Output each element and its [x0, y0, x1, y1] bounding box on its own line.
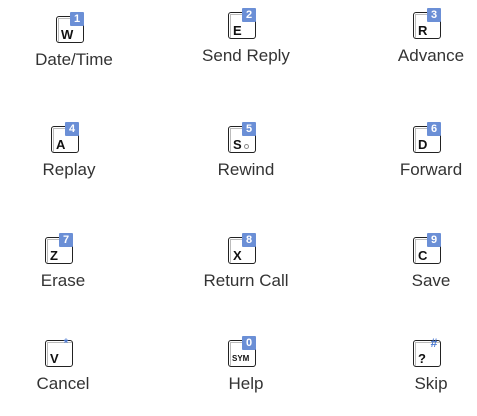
- key-letter: W: [61, 27, 74, 42]
- question-key-icon: ? #: [413, 336, 449, 368]
- shortcut-rewind: S 5 Rewind: [171, 122, 321, 202]
- shortcut-replay: A 4 Replay: [0, 122, 144, 202]
- shortcut-label: Send Reply: [202, 46, 290, 65]
- circle-icon: [244, 144, 249, 149]
- key-number-badge: 2: [242, 8, 256, 22]
- e-key-icon: E 2: [228, 8, 264, 40]
- key-letter: S: [233, 137, 242, 152]
- shortcut-label: Rewind: [217, 160, 275, 179]
- shortcut-label: Help: [228, 374, 264, 393]
- key-number-badge: 9: [427, 233, 441, 247]
- c-key-icon: C 9: [413, 233, 449, 265]
- key-letter: X: [233, 248, 242, 263]
- a-key-icon: A 4: [51, 122, 87, 154]
- key-letter: C: [418, 248, 428, 263]
- v-key-icon: V *: [45, 336, 81, 368]
- sym-key-icon: SYM 0: [228, 336, 264, 368]
- shortcut-label: Advance: [397, 46, 465, 65]
- shortcut-label: Date/Time: [35, 50, 113, 69]
- key-number-badge: 4: [65, 122, 79, 136]
- shortcut-erase: Z 7 Erase: [0, 233, 138, 313]
- key-letter: V: [50, 351, 59, 366]
- key-number-badge: 0: [242, 336, 256, 350]
- key-number-badge: 5: [242, 122, 256, 136]
- keyboard-shortcut-grid: W 1 Date/Time E 2 Send Reply R 3 Advance…: [0, 0, 477, 397]
- key-letter: E: [233, 23, 242, 38]
- shortcut-save: C 9 Save: [356, 233, 477, 313]
- shortcut-return-call: X 8 Return Call: [171, 233, 321, 313]
- shortcut-label: Save: [411, 271, 451, 290]
- key-letter: ?: [418, 351, 426, 366]
- shortcut-label: Return Call: [203, 271, 289, 290]
- key-letter: Z: [50, 248, 58, 263]
- shortcut-help: SYM 0 Help: [171, 336, 321, 416]
- x-key-icon: X 8: [228, 233, 264, 265]
- shortcut-label: Forward: [399, 160, 463, 179]
- w-key-icon: W 1: [56, 12, 92, 44]
- key-letter: R: [418, 23, 428, 38]
- s-key-icon: S 5: [228, 122, 264, 154]
- key-number-badge: 8: [242, 233, 256, 247]
- shortcut-label: Skip: [414, 374, 448, 393]
- key-number-badge: 7: [59, 233, 73, 247]
- shortcut-skip: ? # Skip: [356, 336, 477, 416]
- r-key-icon: R 3: [413, 8, 449, 40]
- key-letter: D: [418, 137, 428, 152]
- shortcut-date-time: W 1 Date/Time: [0, 12, 149, 92]
- shortcut-advance: R 3 Advance: [356, 8, 477, 88]
- key-number-badge: 1: [70, 12, 84, 26]
- key-number-badge: 3: [427, 8, 441, 22]
- shortcut-label: Replay: [42, 160, 96, 179]
- shortcut-cancel: V * Cancel: [0, 336, 138, 416]
- shortcut-label: Cancel: [36, 374, 90, 393]
- shortcut-forward: D 6 Forward: [356, 122, 477, 202]
- asterisk-badge: *: [63, 336, 69, 350]
- z-key-icon: Z 7: [45, 233, 81, 265]
- shortcut-send-reply: E 2 Send Reply: [171, 8, 321, 88]
- hash-badge: #: [430, 336, 438, 350]
- key-letter: SYM: [232, 354, 250, 363]
- key-letter: A: [56, 137, 66, 152]
- key-number-badge: 6: [427, 122, 441, 136]
- d-key-icon: D 6: [413, 122, 449, 154]
- shortcut-label: Erase: [40, 271, 86, 290]
